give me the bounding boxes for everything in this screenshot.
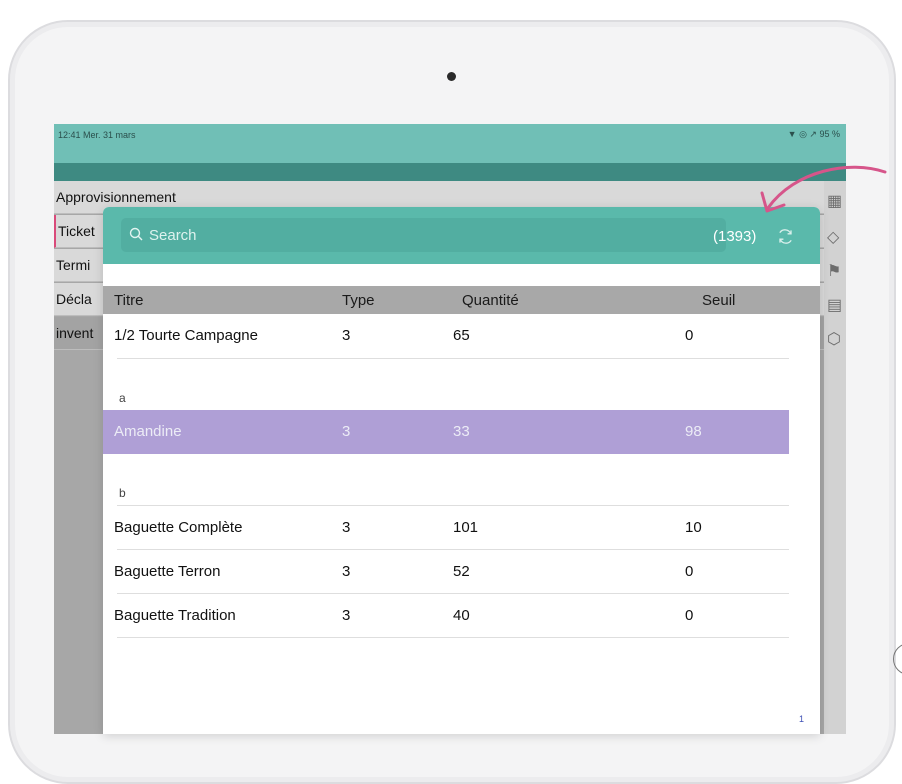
cell-titre: Baguette Tradition [114,607,236,624]
row-divider [117,637,789,638]
tag-icon[interactable]: ◇ [827,227,839,247]
menu-item-label: Décla [56,291,92,307]
cell-titre: Amandine [114,423,182,440]
menu-item-label: Ticket [58,223,95,239]
section-header-b: b [119,486,126,500]
cell-quantite: 33 [453,423,470,440]
column-header-quantite[interactable]: Quantité [462,292,519,309]
section-header-a: a [119,391,126,405]
menu-item-label: invent [56,325,94,341]
table-row[interactable]: 1/2 Tourte Campagne 3 65 0 [103,314,820,358]
cell-seuil: 98 [685,423,702,440]
cell-type: 3 [342,327,351,344]
cell-type: 3 [342,423,351,440]
status-time: 12:41 Mer. 31 mars [58,130,136,140]
cell-quantite: 101 [453,519,479,536]
cell-type: 3 [342,519,351,536]
cell-titre: Baguette Complète [114,519,243,536]
flag-icon[interactable]: ⚑ [827,261,841,281]
right-icon-bar: ▦ ◇ ⚑ ▤ ⬡ [824,181,846,734]
page-number: 1 [799,714,805,724]
table-row[interactable]: Baguette Tradition 3 40 0 [103,594,820,638]
status-bar: 12:41 Mer. 31 mars ▼ ◎ ↗ 95 % [54,124,846,163]
cell-seuil: 0 [685,563,694,580]
camera [447,72,456,81]
table-row[interactable]: Baguette Complète 3 101 10 [103,506,820,550]
cell-titre: Baguette Terron [114,563,221,580]
status-indicators: ▼ ◎ ↗ 95 % [787,129,840,139]
annotation-arrow-icon [760,165,887,213]
column-header-titre[interactable]: Titre [114,292,143,309]
menu-item-label: Termi [56,257,91,273]
cell-type: 3 [342,563,351,580]
menu-item-label: Approvisionnement [56,189,176,205]
column-header-seuil[interactable]: Seuil [702,292,735,309]
cell-titre: 1/2 Tourte Campagne [114,327,258,344]
cell-seuil: 0 [685,327,694,344]
cell-seuil: 10 [685,519,702,536]
clipboard-icon[interactable]: ▤ [827,295,842,315]
table-row[interactable]: Baguette Terron 3 52 0 [103,550,820,594]
cell-type: 3 [342,607,351,624]
cell-quantite: 40 [453,607,470,624]
search-box[interactable] [121,218,726,252]
modal-header: (1393) [103,207,820,264]
cell-quantite: 65 [453,327,470,344]
navigation-bar [54,163,846,181]
cell-seuil: 0 [685,607,694,624]
column-header-type[interactable]: Type [342,292,375,309]
table-header: Titre Type Quantité Seuil [103,286,820,314]
box-icon[interactable]: ⬡ [827,329,841,349]
product-search-modal: (1393) Titre Type Quantité Seuil 1/2 Tou… [103,207,820,734]
table-row-selected[interactable]: Amandine 3 33 98 [103,410,789,454]
search-input[interactable] [149,218,719,252]
search-icon [129,227,143,241]
cell-quantite: 52 [453,563,470,580]
result-count: (1393) [713,228,757,245]
row-divider [117,358,789,359]
